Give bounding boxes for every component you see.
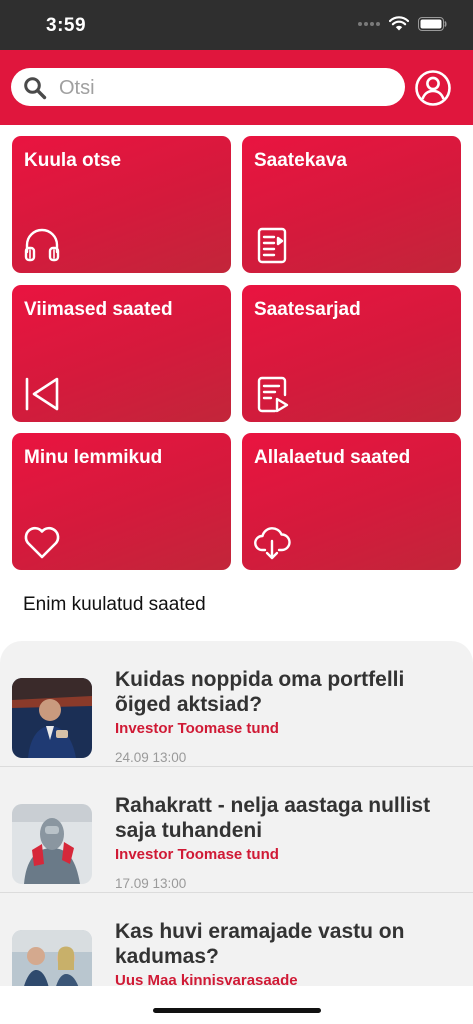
tile-allalaetud-saated[interactable]: Allalaetud saated <box>242 433 461 570</box>
episode-show: Uus Maa kinnisvarasaade <box>115 972 298 986</box>
home-indicator[interactable] <box>153 1008 321 1013</box>
episode-title: Rahakratt - nelja aastaga nullist saja t… <box>115 794 431 842</box>
tile-viimased-saated[interactable]: Viimased saated <box>12 285 231 422</box>
list-item[interactable]: Kas huvi eramajade vastu on kadumas? Uus… <box>0 893 473 986</box>
list-item[interactable]: Rahakratt - nelja aastaga nullist saja t… <box>0 767 473 893</box>
tile-label: Viimased saated <box>24 299 173 320</box>
status-icons <box>358 16 447 31</box>
tile-kuula-otse[interactable]: Kuula otse <box>12 136 231 273</box>
episode-thumbnail <box>12 678 92 758</box>
tile-label: Saatekava <box>254 150 347 171</box>
section-title: Enim kuulatud saated <box>23 594 206 615</box>
headphones-icon <box>24 228 60 262</box>
profile-icon[interactable] <box>414 69 452 107</box>
header-bar <box>0 50 473 125</box>
tile-saatekava[interactable]: Saatekava <box>242 136 461 273</box>
episode-thumbnail <box>12 930 92 986</box>
episode-date: 24.09 13:00 <box>115 750 187 765</box>
series-document-icon <box>257 376 289 413</box>
status-time: 3:59 <box>46 15 87 36</box>
episode-title: Kas huvi eramajade vastu on kadumas? <box>115 920 405 968</box>
cloud-download-icon <box>254 527 291 560</box>
search-bar[interactable] <box>11 68 405 106</box>
signal-icon <box>358 21 380 26</box>
tile-label: Saatesarjad <box>254 299 361 320</box>
episode-list: Kuidas noppida oma portfelli õiged aktsi… <box>0 641 473 986</box>
tile-label: Kuula otse <box>24 150 122 171</box>
heart-icon <box>24 526 60 559</box>
wifi-icon <box>389 16 409 31</box>
episode-show: Investor Toomase tund <box>115 846 279 863</box>
schedule-list-icon <box>257 227 287 264</box>
list-item[interactable]: Kuidas noppida oma portfelli õiged aktsi… <box>0 641 473 767</box>
battery-icon <box>418 16 447 31</box>
tile-minu-lemmikud[interactable]: Minu lemmikud <box>12 433 231 570</box>
search-icon <box>24 77 47 100</box>
tile-label: Minu lemmikud <box>24 447 163 468</box>
episode-date: 17.09 13:00 <box>115 876 187 891</box>
search-input[interactable] <box>57 70 391 106</box>
episode-show: Investor Toomase tund <box>115 720 279 737</box>
home-indicator-area <box>0 986 473 1024</box>
tile-label: Allalaetud saated <box>254 447 411 468</box>
skip-back-icon <box>25 377 59 411</box>
episode-thumbnail <box>12 804 92 884</box>
tile-saatesarjad[interactable]: Saatesarjad <box>242 285 461 422</box>
episode-title: Kuidas noppida oma portfelli õiged aktsi… <box>115 668 405 716</box>
status-bar: 3:59 <box>0 0 473 50</box>
